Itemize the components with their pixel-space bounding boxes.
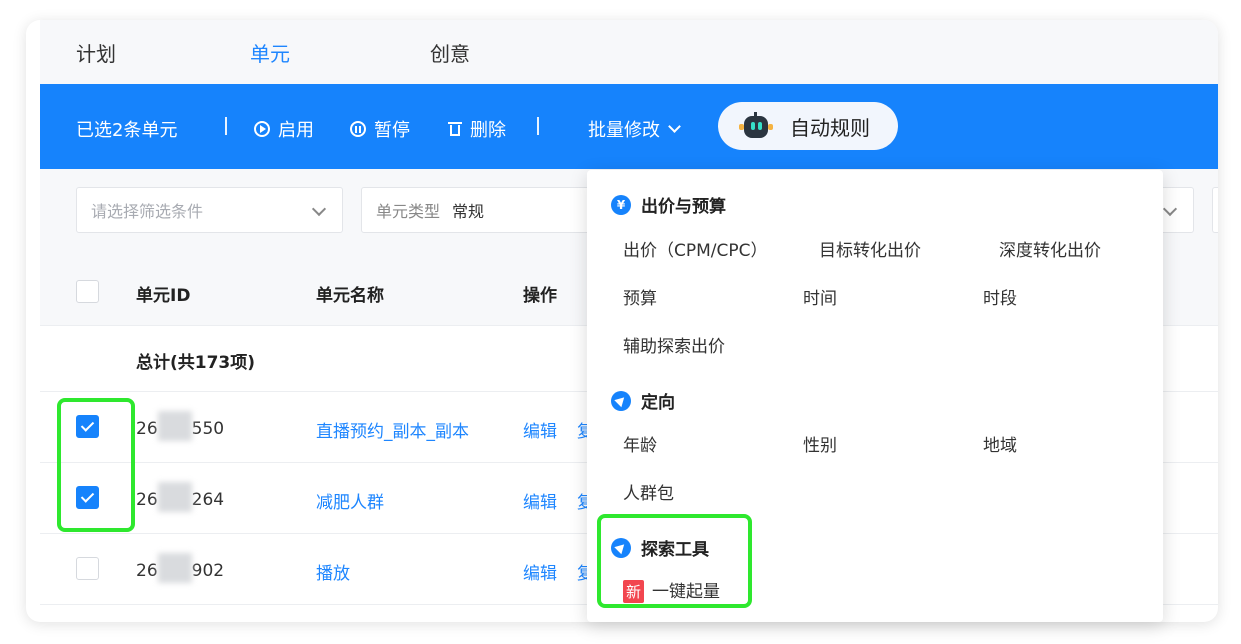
unit-type-filter[interactable]: 单元类型 常规 xyxy=(361,187,611,233)
total-count: 总计(共173项) xyxy=(136,353,256,373)
unit-type-value: 常规 xyxy=(452,202,485,221)
pause-label: 暂停 xyxy=(374,120,410,141)
pause-icon xyxy=(350,121,366,137)
chevron-down-icon xyxy=(668,120,681,133)
menu-item-age[interactable]: 年龄 xyxy=(623,431,657,456)
yen-icon: ¥ xyxy=(611,194,631,215)
menu-item-target-conversion-bid[interactable]: 目标转化出价 xyxy=(819,236,921,261)
row-checkbox[interactable] xyxy=(76,415,99,438)
chevron-down-icon xyxy=(311,201,327,217)
unit-name-link[interactable]: 播放 xyxy=(316,559,350,584)
delete-button[interactable]: 删除 xyxy=(448,116,506,142)
selected-count: 已选2条单元 xyxy=(76,120,178,141)
navigation-icon xyxy=(611,390,631,411)
edit-link[interactable]: 编辑 xyxy=(523,488,557,513)
enable-button[interactable]: 启用 xyxy=(254,116,314,142)
menu-item-audience-package[interactable]: 人群包 xyxy=(623,479,674,504)
new-badge: 新 xyxy=(623,580,645,603)
enable-label: 启用 xyxy=(278,120,314,141)
delete-label: 删除 xyxy=(470,120,506,141)
trash-icon xyxy=(448,121,462,137)
tab-unit[interactable]: 单元 xyxy=(250,38,290,67)
filter-placeholder: 请选择筛选条件 xyxy=(91,202,204,221)
batch-edit-label: 批量修改 xyxy=(588,120,660,141)
edit-link[interactable]: 编辑 xyxy=(523,559,557,584)
play-icon xyxy=(254,121,270,137)
unit-id: 26 264 xyxy=(136,482,224,512)
menu-item-time[interactable]: 时间 xyxy=(803,284,837,309)
unit-id: 26 550 xyxy=(136,411,224,441)
divider xyxy=(537,117,539,135)
robot-icon xyxy=(738,112,774,140)
filter-condition-select[interactable]: 请选择筛选条件 xyxy=(76,187,343,233)
row-checkbox[interactable] xyxy=(76,486,99,509)
menu-item-deep-conversion-bid[interactable]: 深度转化出价 xyxy=(999,236,1101,261)
unit-type-label: 单元类型 xyxy=(376,202,441,221)
section-bid-budget: ¥ 出价与预算 xyxy=(611,192,726,217)
chevron-down-icon xyxy=(1162,201,1178,217)
section-explore-tools: 探索工具 xyxy=(611,535,709,560)
filter-box-edge[interactable] xyxy=(1212,187,1218,233)
header-unit-name: 单元名称 xyxy=(316,286,384,306)
menu-item-assist-explore-bid[interactable]: 辅助探索出价 xyxy=(623,332,725,357)
batch-edit-menu: ¥ 出价与预算 出价（CPM/CPC） 目标转化出价 深度转化出价 预算 时间 … xyxy=(587,170,1163,622)
header-operation: 操作 xyxy=(523,286,557,306)
tab-creative[interactable]: 创意 xyxy=(430,38,470,67)
level-tabs: 计划 单元 创意 xyxy=(40,20,1218,84)
divider xyxy=(225,117,227,135)
section-targeting: 定向 xyxy=(611,388,675,413)
menu-item-one-click-boost[interactable]: 新一键起量 xyxy=(623,577,720,603)
row-checkbox[interactable] xyxy=(76,557,99,580)
auto-rule-button[interactable]: 自动规则 xyxy=(718,102,898,150)
unit-id: 26 902 xyxy=(136,553,224,583)
header-unit-id: 单元ID xyxy=(136,286,191,306)
menu-item-budget[interactable]: 预算 xyxy=(623,284,657,309)
auto-rule-label: 自动规则 xyxy=(790,115,870,140)
menu-item-bid-cpm-cpc[interactable]: 出价（CPM/CPC） xyxy=(623,236,768,261)
select-all-checkbox[interactable] xyxy=(76,280,99,303)
menu-item-gender[interactable]: 性别 xyxy=(803,431,837,456)
batch-edit-dropdown[interactable]: 批量修改 xyxy=(588,116,681,142)
pause-button[interactable]: 暂停 xyxy=(350,116,410,142)
unit-name-link[interactable]: 直播预约_副本_副本 xyxy=(316,417,469,442)
batch-action-bar: 已选2条单元 启用 暂停 删除 批量修改 自动规则 xyxy=(40,84,1218,169)
navigation-icon xyxy=(611,537,631,558)
menu-item-region[interactable]: 地域 xyxy=(983,431,1017,456)
unit-name-link[interactable]: 减肥人群 xyxy=(316,488,384,513)
tab-plan[interactable]: 计划 xyxy=(76,38,116,67)
edit-link[interactable]: 编辑 xyxy=(523,417,557,442)
menu-item-time-slot[interactable]: 时段 xyxy=(983,284,1017,309)
